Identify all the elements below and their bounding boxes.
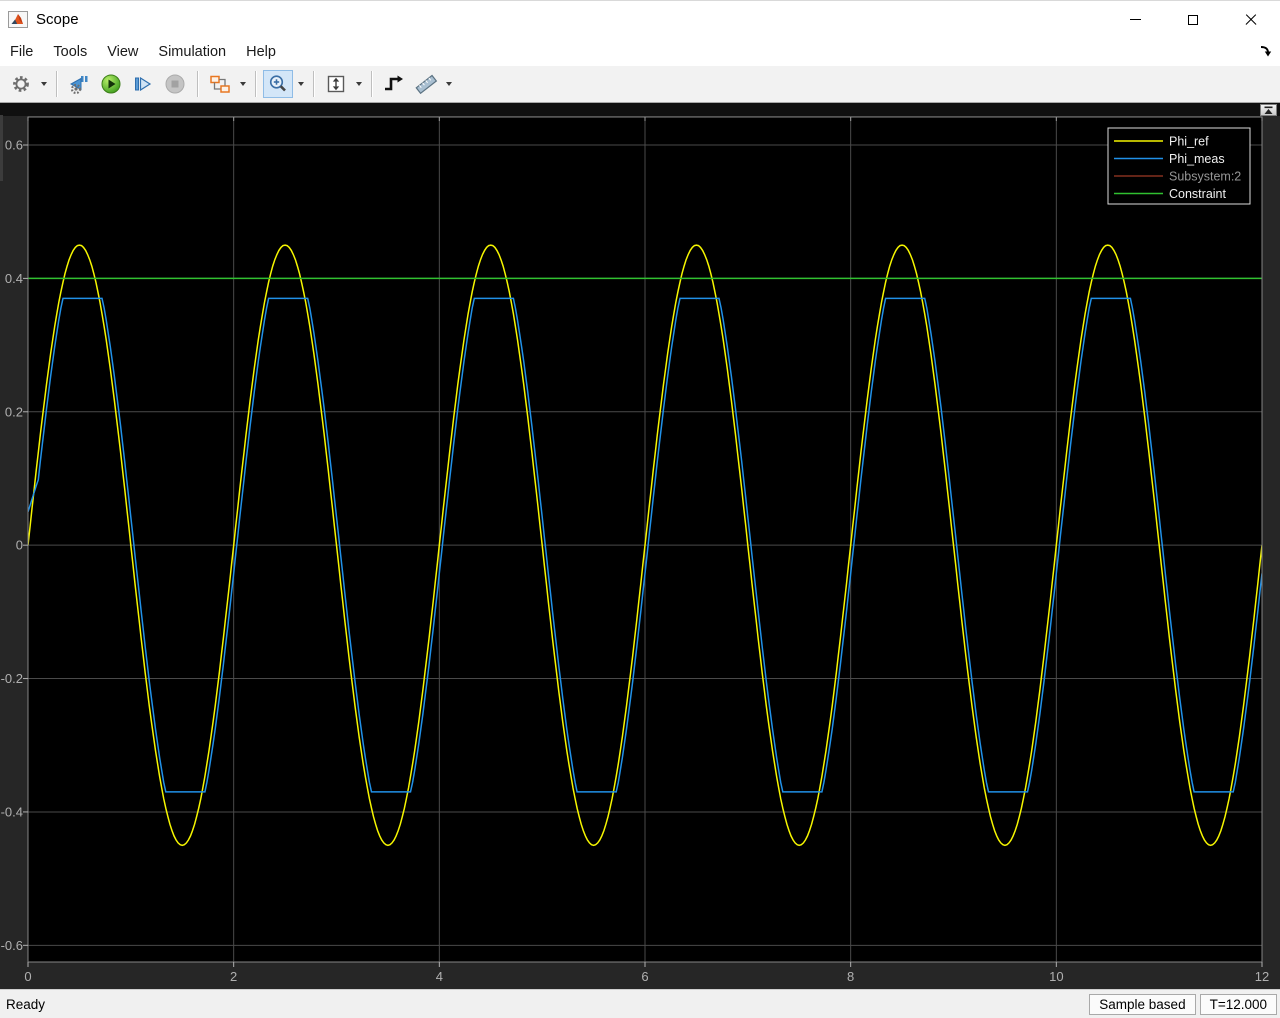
plot-top-strip [0, 103, 1280, 116]
matlab-scope-icon [8, 11, 28, 28]
scope-plot[interactable]: 024681012-0.6-0.4-0.200.20.40.6Phi_refPh… [0, 103, 1280, 989]
svg-text:Subsystem:2: Subsystem:2 [1169, 170, 1241, 184]
svg-text:10: 10 [1049, 969, 1063, 984]
scope-window: Scope File Tools View Simulation Help [0, 0, 1280, 1018]
svg-text:0.4: 0.4 [5, 271, 23, 286]
toolbar-separator [313, 71, 314, 97]
minimize-button[interactable] [1106, 1, 1164, 39]
gear-icon [10, 73, 32, 95]
svg-text:0: 0 [24, 969, 31, 984]
chevron-down-icon [41, 82, 47, 86]
toolbar-separator [197, 71, 198, 97]
stop-icon [164, 73, 186, 95]
measurements-caret[interactable] [442, 70, 455, 98]
svg-text:12: 12 [1255, 969, 1269, 984]
svg-text:Phi_ref: Phi_ref [1169, 135, 1209, 149]
measurements-button[interactable] [411, 70, 441, 98]
stepping-options-icon [67, 73, 91, 95]
svg-text:-0.6: -0.6 [1, 938, 23, 953]
span-signals-button[interactable] [321, 70, 351, 98]
statusbar: Ready Sample based T=12.000 [0, 989, 1280, 1018]
dock-arrow-icon[interactable] [1258, 43, 1274, 59]
sim-time-badge: T=12.000 [1200, 994, 1277, 1015]
chevron-down-icon [446, 82, 452, 86]
trigger-button[interactable] [379, 70, 409, 98]
chevron-down-icon [298, 82, 304, 86]
svg-text:0.2: 0.2 [5, 404, 23, 419]
left-edge-strip [0, 115, 3, 181]
svg-text:8: 8 [847, 969, 854, 984]
chevron-down-icon [356, 82, 362, 86]
toolbar-separator [56, 71, 57, 97]
minimize-icon [1130, 19, 1141, 20]
svg-text:0.6: 0.6 [5, 138, 23, 153]
toolbar [0, 66, 1280, 103]
svg-text:Constraint: Constraint [1169, 187, 1226, 201]
zoom-caret[interactable] [294, 70, 307, 98]
titlebar: Scope [0, 0, 1280, 38]
toolbar-separator [255, 71, 256, 97]
menu-help[interactable]: Help [239, 38, 283, 66]
collapse-up-arrow-icon [1263, 106, 1274, 115]
legend[interactable]: Phi_ref Phi_meas Subsystem:2 Constraint [1108, 128, 1250, 204]
statusbar-right: Sample based T=12.000 [1085, 994, 1280, 1015]
menu-view[interactable]: View [100, 38, 145, 66]
measurements-ruler-icon [414, 73, 438, 95]
run-button[interactable] [96, 70, 126, 98]
span-signals-caret[interactable] [352, 70, 365, 98]
step-forward-icon [132, 73, 154, 95]
status-text: Ready [0, 997, 1085, 1012]
menubar: File Tools View Simulation Help [0, 38, 1280, 66]
window-title: Scope [36, 11, 79, 28]
trigger-icon [382, 73, 406, 95]
simulink-blocks-icon [208, 73, 232, 95]
highlight-block-caret[interactable] [236, 70, 249, 98]
settings-caret[interactable] [37, 70, 50, 98]
zoom-button[interactable] [263, 70, 293, 98]
stepping-options-button[interactable] [64, 70, 94, 98]
step-forward-button[interactable] [128, 70, 158, 98]
svg-text:Phi_meas: Phi_meas [1169, 152, 1225, 166]
chevron-down-icon [240, 82, 246, 86]
toolbar-separator [371, 71, 372, 97]
zoom-in-icon [267, 73, 289, 95]
svg-text:2: 2 [230, 969, 237, 984]
svg-text:6: 6 [641, 969, 648, 984]
maximize-icon [1188, 15, 1198, 25]
run-icon [100, 73, 122, 95]
window-controls [1106, 1, 1280, 39]
svg-text:4: 4 [436, 969, 443, 984]
sample-mode-badge: Sample based [1089, 994, 1195, 1015]
menu-simulation[interactable]: Simulation [151, 38, 233, 66]
svg-text:-0.2: -0.2 [1, 671, 23, 686]
stop-button [160, 70, 190, 98]
scope-body: 024681012-0.6-0.4-0.200.20.40.6Phi_refPh… [0, 103, 1280, 989]
fit-to-view-icon [325, 73, 347, 95]
svg-text:0: 0 [16, 538, 23, 553]
settings-button[interactable] [6, 70, 36, 98]
menu-file[interactable]: File [10, 38, 40, 66]
close-icon [1244, 13, 1258, 27]
titlebar-left: Scope [0, 11, 1106, 28]
maximize-button[interactable] [1164, 1, 1222, 39]
menu-tools[interactable]: Tools [46, 38, 94, 66]
highlight-simulink-block-button[interactable] [205, 70, 235, 98]
close-button[interactable] [1222, 1, 1280, 39]
svg-text:-0.4: -0.4 [1, 804, 23, 819]
collapse-toolbar-button[interactable] [1260, 104, 1277, 116]
